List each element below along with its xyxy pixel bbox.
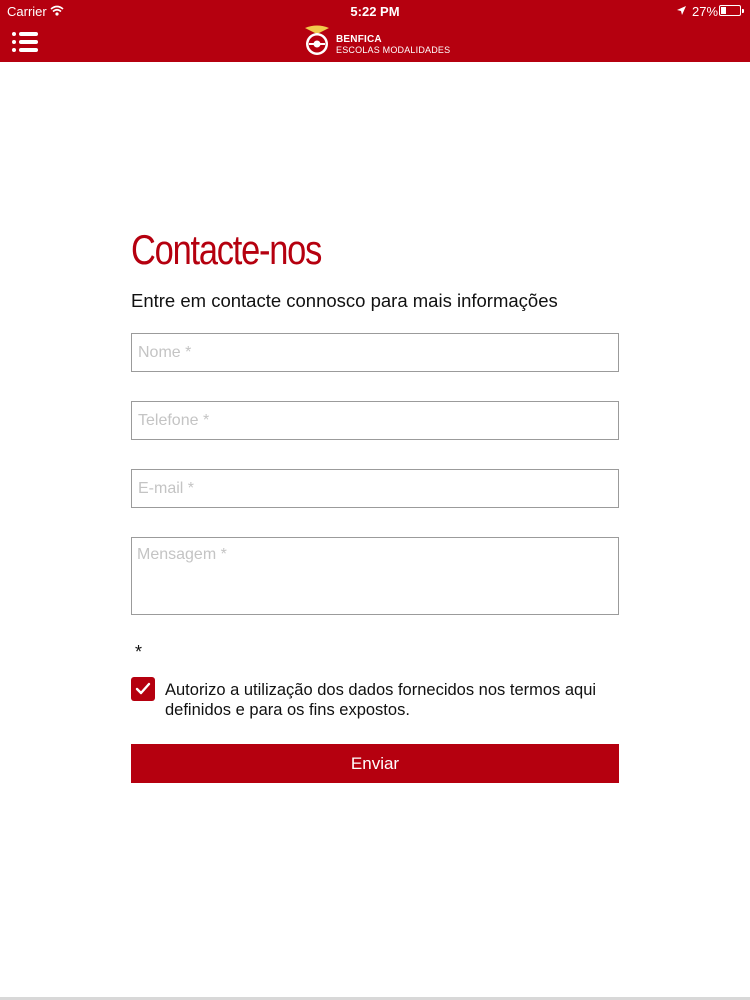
brand-subtitle: ESCOLAS MODALIDADES (336, 45, 451, 55)
battery-percent: 27% (692, 4, 719, 19)
consent-label: Autorizo a utilização dos dados fornecid… (165, 681, 597, 719)
hamburger-menu-button[interactable] (12, 32, 38, 52)
check-icon (135, 682, 151, 695)
consent-checkbox[interactable] (131, 677, 155, 701)
battery-icon (719, 5, 744, 16)
message-field[interactable] (131, 537, 619, 615)
email-field[interactable] (131, 469, 619, 508)
submit-button[interactable]: Enviar (131, 744, 619, 783)
page-subtitle: Entre em contacte connosco para mais inf… (131, 290, 558, 311)
brand-logo: BENFICA ESCOLAS MODALIDADES (302, 25, 462, 59)
location-arrow-icon (676, 4, 687, 19)
name-field[interactable] (131, 333, 619, 372)
clock: 5:22 PM (350, 4, 400, 19)
benfica-crest-icon (305, 25, 329, 55)
status-bar: Carrier 5:22 PM 27% (0, 0, 750, 22)
brand-name: BENFICA (336, 34, 382, 45)
phone-field[interactable] (131, 401, 619, 440)
app-header: Carrier 5:22 PM 27% BENFICA ESCOLAS MODA… (0, 0, 750, 62)
page-title: Contacte-nos (131, 226, 322, 273)
required-marker: * (135, 642, 143, 662)
